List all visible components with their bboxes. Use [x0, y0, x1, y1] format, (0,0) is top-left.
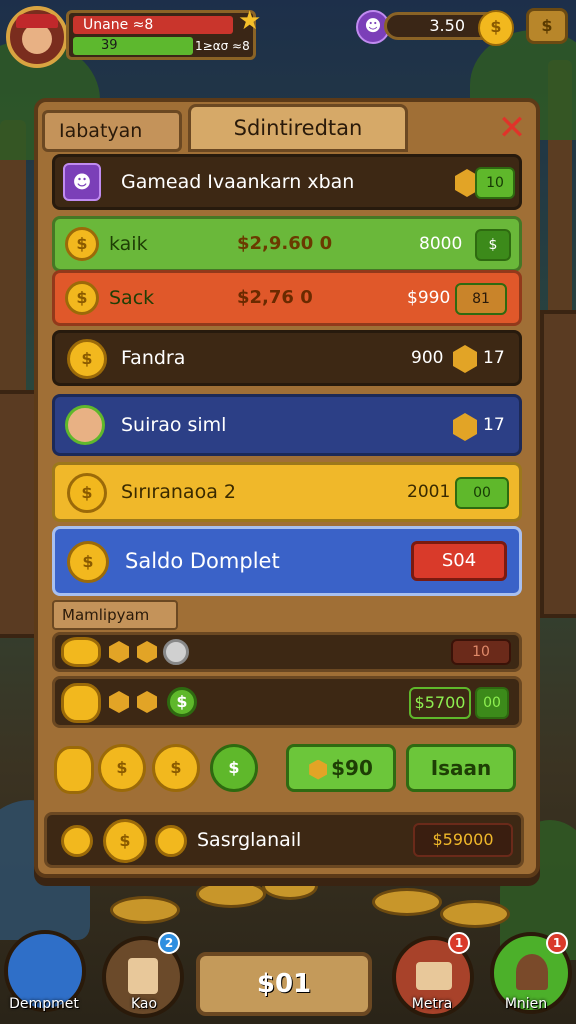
- coin-icon: $: [98, 744, 146, 792]
- coin-icon: $: [475, 229, 511, 261]
- row-label: Gamead Ivaankarn xban: [121, 171, 355, 193]
- gem-icon: [109, 691, 129, 713]
- coin-icon: $: [65, 281, 99, 315]
- footer-value: $59000: [413, 823, 513, 857]
- list-row[interactable]: ☻ Gamead Ivaankarn xban 10: [52, 154, 522, 210]
- row-badge: 17: [483, 348, 505, 368]
- notification-badge: 2: [158, 932, 180, 954]
- list-row[interactable]: $ Sack $2,76 0 $990 81: [52, 270, 522, 326]
- player-avatar[interactable]: [6, 6, 68, 68]
- section-label: Mamlipyam: [52, 600, 178, 630]
- wallet-action-button[interactable]: S04: [411, 541, 507, 581]
- xp-bar: 39: [73, 37, 193, 55]
- coin-stack-icon: [61, 683, 101, 723]
- gem-purchase-button[interactable]: $90: [286, 744, 396, 792]
- list-row[interactable]: 10: [52, 632, 522, 672]
- coin-menu-button[interactable]: $: [526, 8, 568, 44]
- player-name: Unane ≈8: [73, 16, 233, 34]
- star-icon: ★: [238, 6, 262, 36]
- nav-label: Mnien: [504, 996, 548, 1012]
- row-value: $990: [407, 288, 451, 308]
- footer-label: Sasrglanail: [197, 829, 302, 851]
- coin-icon: $: [65, 227, 99, 261]
- avatar-face: [22, 24, 52, 54]
- coin-icon: $: [152, 744, 200, 792]
- nav-label: Dempmet: [9, 996, 79, 1012]
- bag-icon: [128, 958, 158, 994]
- notification-badge: 1: [448, 932, 470, 954]
- row-label: Sırıranaoa 2: [121, 481, 236, 503]
- list-row[interactable]: $ kaik $2,9.60 0 8000 $: [52, 216, 522, 272]
- gem-icon: [137, 691, 157, 713]
- coin-icon: [54, 746, 94, 794]
- wallet-balance-row[interactable]: $ Saldo Domplet S04: [52, 526, 522, 596]
- row-badge: 81: [455, 283, 507, 315]
- gold-coin-icon[interactable]: $: [478, 10, 514, 46]
- row-badge: 00: [455, 477, 509, 509]
- row-badge: 00: [475, 687, 509, 719]
- row-value: $5700: [409, 687, 471, 719]
- gem-icon: [309, 759, 328, 780]
- silver-coin-icon: [163, 639, 189, 665]
- close-icon[interactable]: ✕: [492, 108, 532, 148]
- row-value: 2001: [407, 482, 451, 502]
- ground-coin: [440, 900, 510, 928]
- coin-icon: $: [67, 473, 107, 513]
- chest-icon: [416, 962, 452, 990]
- coin-icon: $: [103, 819, 147, 863]
- row-amount: $2,9.60 0: [237, 233, 333, 254]
- xp-secondary: 1≥ασ ≈8: [195, 39, 250, 53]
- row-value: 8000: [419, 234, 463, 254]
- arrow-icon: [26, 946, 66, 986]
- row-badge: 10: [475, 167, 515, 199]
- list-row[interactable]: $ Fandra 900 17: [52, 330, 522, 386]
- green-coin-icon: $: [167, 687, 197, 717]
- row-badge: 17: [483, 415, 505, 435]
- gem-icon: [137, 641, 157, 663]
- gem-icon: [453, 413, 477, 441]
- confirm-button[interactable]: Isaan: [406, 744, 516, 792]
- panel-title: Sdintiredtan: [188, 104, 408, 152]
- coin-stack-icon: [61, 637, 101, 667]
- nav-label: Kao: [130, 996, 158, 1012]
- coin-icon: [61, 825, 93, 857]
- list-row[interactable]: Suirao siml 17: [52, 394, 522, 456]
- character-avatar-icon: [65, 405, 105, 445]
- panel-tab[interactable]: Iabatyan: [42, 110, 182, 152]
- gem-icon: [453, 345, 477, 373]
- player-status-bars: Unane ≈8 39 1≥ασ ≈8: [66, 10, 256, 60]
- ground-coin: [372, 888, 442, 916]
- list-row[interactable]: $ $5700 00: [52, 676, 522, 728]
- center-balance-button[interactable]: $01: [196, 952, 372, 1016]
- gem-purchase-label: $90: [331, 756, 373, 780]
- coin-icon: $: [67, 541, 109, 583]
- row-amount: $2,76 0: [237, 287, 313, 308]
- bell-icon: [516, 954, 548, 990]
- avatar-hat: [16, 14, 58, 28]
- coin-stack-icon: $: [67, 339, 107, 379]
- row-label: kaik: [109, 233, 148, 255]
- list-row[interactable]: $ Sırıranaoa 2 2001 00: [52, 462, 522, 522]
- ground-coin: [110, 896, 180, 924]
- row-value: 900: [411, 348, 444, 368]
- row-label: Fandra: [121, 347, 186, 369]
- hut: [540, 310, 576, 618]
- coin-icon: [155, 825, 187, 857]
- row-badge: 10: [451, 639, 511, 665]
- notification-badge: 1: [546, 932, 568, 954]
- row-label: Sack: [109, 287, 155, 309]
- footer-row[interactable]: $ Sasrglanail $59000: [44, 812, 524, 868]
- cat-icon: ☻: [63, 163, 101, 201]
- ground-coin: [196, 880, 266, 908]
- row-label: Suirao siml: [121, 414, 227, 436]
- row-label: Saldo Domplet: [125, 549, 280, 573]
- green-coin-icon: $: [210, 744, 258, 792]
- gem-icon: [109, 641, 129, 663]
- nav-label: Metra: [411, 996, 453, 1012]
